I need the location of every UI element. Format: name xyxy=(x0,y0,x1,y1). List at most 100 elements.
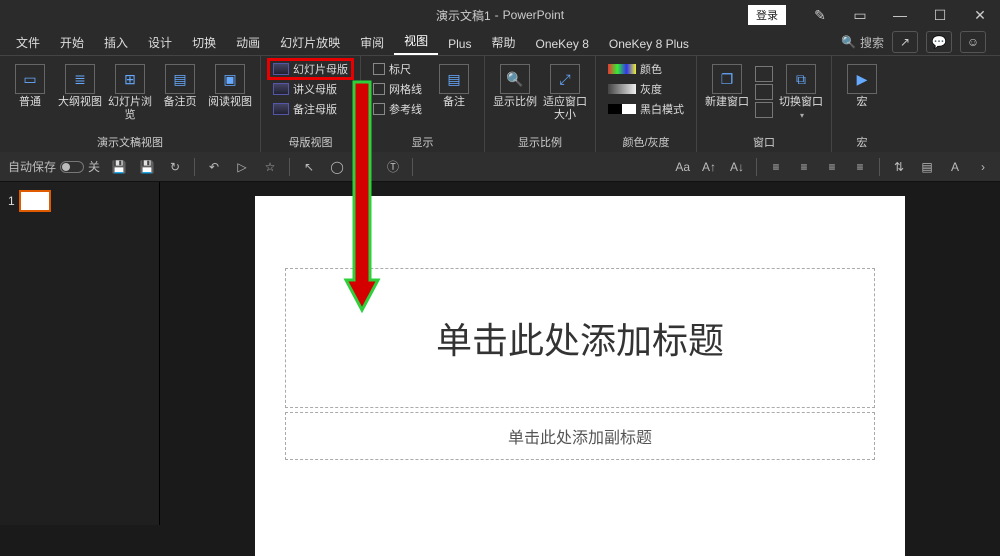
bw-swatch-icon xyxy=(608,104,636,114)
title-placeholder[interactable]: 单击此处添加标题 xyxy=(285,268,875,408)
checkbox-icon xyxy=(373,63,385,75)
tab-onekey8[interactable]: OneKey 8 xyxy=(526,33,599,55)
outline-view-button[interactable]: ≣ 大纲视图 xyxy=(58,60,102,109)
group-color-grayscale: 颜色 灰度 黑白模式 颜色/灰度 xyxy=(596,56,697,152)
tab-file[interactable]: 文件 xyxy=(6,30,50,55)
handout-master-button[interactable]: 讲义母版 xyxy=(269,80,352,98)
slide-sorter-icon: ⊞ xyxy=(115,64,145,94)
maximize-icon[interactable]: ☐ xyxy=(920,0,960,30)
slide-thumbnails-panel[interactable]: 1 xyxy=(0,182,160,525)
notes-page-button[interactable]: ▤ 备注页 xyxy=(158,60,202,109)
move-split-icon[interactable] xyxy=(755,102,773,118)
chevron-down-icon: ▾ xyxy=(800,111,804,120)
group-label-presentation-views: 演示文稿视图 xyxy=(8,132,252,150)
arrange-icon[interactable]: ▤ xyxy=(918,158,936,176)
decrease-font-icon[interactable]: A↓ xyxy=(728,158,746,176)
slide-master-button[interactable]: 幻灯片母版 xyxy=(269,60,352,78)
slide-master-icon xyxy=(273,63,289,75)
align-justify-icon[interactable]: ≡ xyxy=(851,158,869,176)
align-center-icon[interactable]: ≡ xyxy=(795,158,813,176)
shape-icon[interactable]: ◯ xyxy=(328,158,346,176)
login-button[interactable]: 登录 xyxy=(748,5,786,25)
tab-insert[interactable]: 插入 xyxy=(94,30,138,55)
ruler-checkbox[interactable]: 标尺 xyxy=(369,60,426,78)
increase-font-icon[interactable]: A↑ xyxy=(700,158,718,176)
thumb-number: 1 xyxy=(8,194,15,208)
notes-master-icon xyxy=(273,103,289,115)
title-bar: 演示文稿1 - PowerPoint 登录 ✎ ▭ — ☐ ✕ xyxy=(0,0,1000,30)
overflow-icon[interactable]: › xyxy=(974,158,992,176)
handout-master-icon xyxy=(273,83,289,95)
guides-checkbox[interactable]: 参考线 xyxy=(369,100,426,118)
normal-view-button[interactable]: ▭ 普通 xyxy=(8,60,52,109)
tab-home[interactable]: 开始 xyxy=(50,30,94,55)
cursor-icon[interactable]: ↖ xyxy=(300,158,318,176)
tab-slideshow[interactable]: 幻灯片放映 xyxy=(270,30,350,55)
fit-window-button[interactable]: ⤢ 适应窗口大小 xyxy=(543,60,587,122)
comments-button[interactable]: 💬 xyxy=(926,31,952,53)
grayscale-button[interactable]: 灰度 xyxy=(604,80,688,98)
textbox-icon[interactable]: Ⓣ xyxy=(384,158,402,176)
group-macros: ▶ 宏 宏 xyxy=(832,56,892,152)
doc-name: 演示文稿1 xyxy=(436,7,491,24)
macros-icon: ▶ xyxy=(847,64,877,94)
tab-onekey8plus[interactable]: OneKey 8 Plus xyxy=(599,33,699,55)
ink-icon[interactable]: ✎ xyxy=(800,0,840,30)
blackwhite-button[interactable]: 黑白模式 xyxy=(604,100,688,118)
notes-master-button[interactable]: 备注母版 xyxy=(269,100,352,118)
checkbox-icon xyxy=(373,103,385,115)
font-size-aa-icon[interactable]: Aa xyxy=(675,158,690,176)
slide-thumbnail-1[interactable]: 1 xyxy=(8,192,151,210)
save-icon[interactable]: 💾 xyxy=(110,158,128,176)
ribbon-options-icon[interactable]: ▭ xyxy=(840,0,880,30)
save-alt-icon[interactable]: 💾 xyxy=(138,158,156,176)
slide-sorter-button[interactable]: ⊞ 幻灯片浏览 xyxy=(108,60,152,122)
from-beginning-icon[interactable]: ▷ xyxy=(233,158,251,176)
zoom-icon: 🔍 xyxy=(500,64,530,94)
title-placeholder-text: 单击此处添加标题 xyxy=(436,312,724,364)
tab-view[interactable]: 视图 xyxy=(394,28,438,55)
search-box[interactable]: 🔍 搜索 xyxy=(841,34,884,51)
autosave-toggle[interactable]: 自动保存 关 xyxy=(8,158,100,175)
smiley-button[interactable]: ☺ xyxy=(960,31,986,53)
group-presentation-views: ▭ 普通 ≣ 大纲视图 ⊞ 幻灯片浏览 ▤ 备注页 ▣ 阅读视图 演示文稿视图 xyxy=(0,56,261,152)
slide-canvas-area[interactable]: 单击此处添加标题 单击此处添加副标题 xyxy=(160,182,1000,525)
reading-view-button[interactable]: ▣ 阅读视图 xyxy=(208,60,252,109)
star-icon[interactable]: ☆ xyxy=(261,158,279,176)
switch-windows-button[interactable]: ⧉ 切换窗口▾ xyxy=(779,60,823,122)
tab-help[interactable]: 帮助 xyxy=(481,30,525,55)
distribute-icon[interactable]: ⇅ xyxy=(890,158,908,176)
subtitle-placeholder[interactable]: 单击此处添加副标题 xyxy=(285,412,875,460)
ribbon-tabs: 文件 开始 插入 设计 切换 动画 幻灯片放映 审阅 视图 Plus 帮助 On… xyxy=(0,30,1000,56)
cascade-icon[interactable] xyxy=(755,84,773,100)
tab-plus[interactable]: Plus xyxy=(438,33,481,55)
toggle-pill-icon xyxy=(60,161,84,173)
macros-button[interactable]: ▶ 宏 xyxy=(840,60,884,109)
share-button[interactable]: ↗ xyxy=(892,31,918,53)
notes-button[interactable]: ▤ 备注 xyxy=(432,60,476,109)
group-zoom: 🔍 显示比例 ⤢ 适应窗口大小 显示比例 xyxy=(485,56,596,152)
repeat-icon[interactable]: ↻ xyxy=(166,158,184,176)
undo-icon[interactable]: ↶ xyxy=(205,158,223,176)
zoom-button[interactable]: 🔍 显示比例 xyxy=(493,60,537,109)
tab-animations[interactable]: 动画 xyxy=(226,30,270,55)
new-window-button[interactable]: ❐ 新建窗口 xyxy=(705,60,749,109)
group-show: 标尺 网格线 参考线 ▤ 备注 显示 xyxy=(361,56,485,152)
align-right-icon[interactable]: ≡ xyxy=(823,158,841,176)
align-left-icon[interactable]: ≡ xyxy=(767,158,785,176)
gray-swatch-icon xyxy=(608,84,636,94)
tab-review[interactable]: 审阅 xyxy=(350,30,394,55)
minimize-icon[interactable]: — xyxy=(880,0,920,30)
color-button[interactable]: 颜色 xyxy=(604,60,688,78)
wordart-icon[interactable]: A xyxy=(946,158,964,176)
color-swatch-icon xyxy=(608,64,636,74)
close-icon[interactable]: ✕ xyxy=(960,0,1000,30)
arrange-all-icon[interactable] xyxy=(755,66,773,82)
tab-transitions[interactable]: 切换 xyxy=(182,30,226,55)
gridlines-checkbox[interactable]: 网格线 xyxy=(369,80,426,98)
group-label-macros: 宏 xyxy=(840,132,884,150)
slide[interactable]: 单击此处添加标题 单击此处添加副标题 xyxy=(255,196,905,556)
group-icon[interactable]: ▣ xyxy=(356,158,374,176)
normal-view-icon: ▭ xyxy=(15,64,45,94)
tab-design[interactable]: 设计 xyxy=(138,30,182,55)
